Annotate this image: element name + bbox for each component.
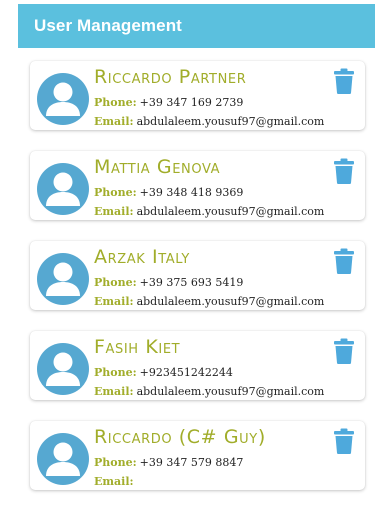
user-card[interactable]: Riccardo Partner Phone: +39 347 169 2739 … (30, 61, 365, 130)
phone-value: +39 375 693 5419 (139, 276, 244, 289)
user-icon (37, 163, 89, 215)
phone-value: +39 347 169 2739 (139, 96, 244, 109)
user-icon (37, 343, 89, 395)
user-list: Riccardo Partner Phone: +39 347 169 2739 … (30, 61, 365, 511)
trash-icon[interactable] (333, 428, 355, 454)
user-icon (37, 73, 89, 125)
phone-value: +39 348 418 9369 (139, 186, 244, 199)
email-label: Email: (94, 115, 134, 128)
phone-label: Phone: (94, 366, 137, 379)
user-icon (37, 253, 89, 305)
email-label: Email: (94, 295, 134, 308)
user-card[interactable]: Fasih Kiet Phone: +923451242244 Email: abd… (30, 331, 365, 400)
email-row: Email: abdulaleem.yousuf97@gmail.com (94, 295, 324, 308)
email-value: abdulaleem.yousuf97@gmail.com (136, 205, 325, 218)
phone-value: +923451242244 (139, 366, 233, 379)
user-name: Arzak Italy (94, 246, 190, 268)
trash-icon[interactable] (333, 338, 355, 364)
email-value: abdulaleem.yousuf97@gmail.com (136, 385, 325, 398)
user-name: Fasih Kiet (94, 336, 181, 358)
user-name: Riccardo Partner (94, 66, 247, 88)
phone-label: Phone: (94, 96, 137, 109)
app-bar: User Management (18, 4, 375, 48)
phone-row: Phone: +923451242244 (94, 366, 233, 379)
user-name: Mattia Genova (94, 156, 221, 178)
phone-row: Phone: +39 347 579 8847 (94, 456, 243, 469)
phone-label: Phone: (94, 456, 137, 469)
email-value: abdulaleem.yousuf97@gmail.com (136, 295, 325, 308)
email-value: abdulaleem.yousuf97@gmail.com (136, 115, 325, 128)
trash-icon[interactable] (333, 158, 355, 184)
email-label: Email: (94, 475, 134, 488)
trash-icon[interactable] (333, 68, 355, 94)
email-row: Email: abdulaleem.yousuf97@gmail.com (94, 115, 324, 128)
phone-row: Phone: +39 347 169 2739 (94, 96, 243, 109)
trash-icon[interactable] (333, 248, 355, 274)
email-row: Email: abdulaleem.yousuf97@gmail.com (94, 205, 324, 218)
user-icon (37, 433, 89, 485)
phone-row: Phone: +39 375 693 5419 (94, 276, 243, 289)
phone-label: Phone: (94, 276, 137, 289)
user-card[interactable]: Mattia Genova Phone: +39 348 418 9369 Ema… (30, 151, 365, 220)
page-title: User Management (34, 16, 182, 35)
phone-row: Phone: +39 348 418 9369 (94, 186, 243, 199)
email-row: Email: abdulaleem.yousuf97@gmail.com (94, 385, 324, 398)
email-label: Email: (94, 205, 134, 218)
user-card[interactable]: Arzak Italy Phone: +39 375 693 5419 Email… (30, 241, 365, 310)
email-label: Email: (94, 385, 134, 398)
phone-value: +39 347 579 8847 (139, 456, 244, 469)
email-row: Email: (94, 475, 137, 488)
user-name: Riccardo (C# Guy) (94, 426, 266, 448)
user-card[interactable]: Riccardo (C# Guy) Phone: +39 347 579 8847… (30, 421, 365, 490)
phone-label: Phone: (94, 186, 137, 199)
